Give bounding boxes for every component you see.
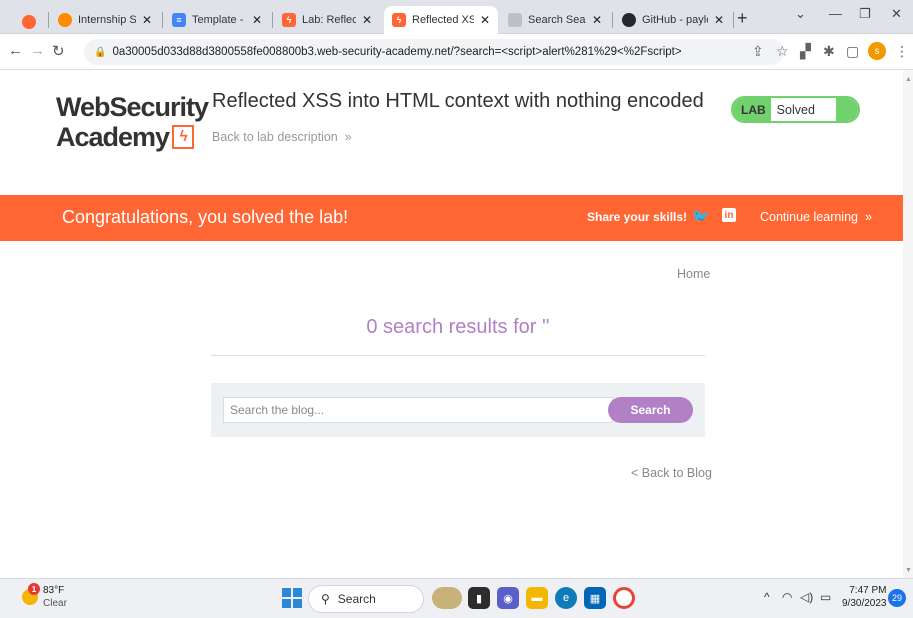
page-scrollbar[interactable]: ▲ ▼ xyxy=(903,70,913,578)
web-security-academy-logo[interactable]: WebSecurity Academy ϟ xyxy=(56,92,209,152)
extensions-puzzle-icon[interactable]: ✱ xyxy=(823,43,835,60)
lock-icon[interactable]: 🔒 xyxy=(94,47,106,58)
search-form: Search xyxy=(211,383,705,437)
side-panel-icon[interactable]: ▢ xyxy=(846,43,859,60)
file-explorer-icon[interactable]: ▬ xyxy=(526,587,548,609)
widgets-food-icon[interactable] xyxy=(432,587,462,609)
chrome-icon[interactable] xyxy=(613,587,635,609)
tab-label: Template - Goog xyxy=(192,14,246,26)
browser-toolbar: ← → ↻ 🔒 0a30005d033d88d3800558fe008800b3… xyxy=(0,34,913,70)
home-link[interactable]: Home xyxy=(677,267,710,281)
portswigger-icon: ϟ xyxy=(392,13,406,27)
url-text: 0a30005d033d88d3800558fe008800b3.web-sec… xyxy=(112,46,682,58)
tab-label: Lab: Reflected XS xyxy=(302,14,356,26)
profile-avatar[interactable]: s xyxy=(868,42,886,60)
google-docs-icon: ≡ xyxy=(172,13,186,27)
twitter-icon[interactable]: 🐦 xyxy=(692,208,709,225)
internship-studio-icon xyxy=(58,13,72,27)
start-menu-icon[interactable] xyxy=(282,588,302,608)
battery-icon[interactable]: ▭ xyxy=(820,590,831,604)
tab-label: Search Search xyxy=(528,14,586,26)
tab-template[interactable]: ≡ Template - Goog ✕ xyxy=(164,6,270,34)
system-clock[interactable]: 7:47 PM 9/30/2023 xyxy=(842,584,887,610)
status-indicator xyxy=(836,98,858,121)
lab-title: Reflected XSS into HTML context with not… xyxy=(212,90,704,112)
continue-learning-label: Continue learning xyxy=(760,210,858,224)
notification-count-badge[interactable]: 29 xyxy=(888,589,906,607)
search-icon: ⚲ xyxy=(321,592,330,606)
share-icon[interactable]: ⇪ xyxy=(752,43,764,60)
solved-banner: Congratulations, you solved the lab! Sha… xyxy=(0,195,913,241)
address-bar[interactable]: 🔒 0a30005d033d88d3800558fe008800b3.web-s… xyxy=(84,39,784,65)
weather-condition: Clear xyxy=(43,598,67,609)
search-results-heading: 0 search results for '' xyxy=(366,316,550,338)
lab-status-text: Solved xyxy=(776,102,815,117)
tray-chevron-up-icon[interactable]: ^ xyxy=(764,590,770,604)
logo-line-1: WebSecurity xyxy=(56,92,209,122)
extension-icon xyxy=(22,15,36,29)
close-icon[interactable]: ✕ xyxy=(480,13,490,27)
temperature: 83°F xyxy=(43,585,65,596)
tab-label: Reflected XSS int xyxy=(412,14,474,26)
tab-search-chevron-icon[interactable]: ⌄ xyxy=(795,6,806,22)
close-window-button[interactable]: ✕ xyxy=(891,6,902,22)
close-icon[interactable]: ✕ xyxy=(714,13,724,27)
close-icon[interactable]: ✕ xyxy=(142,13,152,27)
tab-internship-studio[interactable]: Internship Studio ✕ xyxy=(50,6,160,34)
teams-chat-icon[interactable]: ◉ xyxy=(497,587,519,609)
wifi-icon[interactable]: ◠ xyxy=(782,590,792,604)
taskbar-search-box[interactable]: ⚲ Search xyxy=(308,585,424,613)
share-skills-label: Share your skills! xyxy=(587,210,688,224)
close-icon[interactable]: ✕ xyxy=(592,13,602,27)
clock-date: 9/30/2023 xyxy=(842,598,887,609)
tab-github[interactable]: GitHub - payload ✕ xyxy=(614,6,732,34)
double-chevron-right-icon: » xyxy=(341,130,352,144)
extension-off-icon[interactable]: ▞ xyxy=(800,43,811,60)
bookmark-star-icon[interactable]: ☆ xyxy=(776,43,789,60)
new-tab-button[interactable]: + xyxy=(737,8,748,29)
logo-line-2: Academy xyxy=(56,122,170,152)
continue-learning-link[interactable]: Continue learning » xyxy=(760,210,872,224)
back-arrow-icon[interactable]: ← xyxy=(8,42,23,59)
lab-status-badge: LAB Solved xyxy=(731,96,860,123)
reload-icon[interactable]: ↻ xyxy=(52,42,65,60)
back-to-lab-description-label: Back to lab description xyxy=(212,130,338,144)
restore-button[interactable]: ❐ xyxy=(859,6,871,22)
lab-badge-label: LAB xyxy=(733,98,771,121)
scroll-up-icon[interactable]: ▲ xyxy=(905,76,912,83)
tab-label: GitHub - payload xyxy=(642,14,708,26)
tab-lab-reflected-xss[interactable]: ϟ Lab: Reflected XS ✕ xyxy=(274,6,380,34)
task-view-icon[interactable]: ▮ xyxy=(468,587,490,609)
tab-reflected-xss-active[interactable]: ϟ Reflected XSS int ✕ xyxy=(384,6,498,34)
double-chevron-right-icon: » xyxy=(861,210,872,224)
lightning-bolt-icon: ϟ xyxy=(172,125,195,149)
weather-alert-badge: 1 xyxy=(28,583,40,595)
windows-taskbar: 1 83°F Clear ⚲ Search ▮ ◉ ▬ e ▦ ^ ◠ ◁) ▭… xyxy=(0,578,913,618)
divider xyxy=(211,355,705,356)
minimize-button[interactable]: — xyxy=(829,6,842,21)
tab-search[interactable]: Search Search ✕ xyxy=(500,6,610,34)
edge-browser-icon[interactable]: e xyxy=(555,587,577,609)
back-to-lab-description-link[interactable]: Back to lab description » xyxy=(212,130,352,144)
close-icon[interactable]: ✕ xyxy=(252,13,262,27)
clock-time: 7:47 PM xyxy=(849,585,887,596)
menu-dots-icon[interactable]: ⋮ xyxy=(895,43,909,60)
microsoft-store-icon[interactable]: ▦ xyxy=(584,587,606,609)
search-input[interactable] xyxy=(223,397,613,423)
page-icon xyxy=(508,13,522,27)
forward-arrow-icon[interactable]: → xyxy=(30,42,45,59)
back-to-blog-link[interactable]: < Back to Blog xyxy=(631,466,712,480)
tab-label: Internship Studio xyxy=(78,14,136,26)
tab-action-button[interactable] xyxy=(22,8,44,36)
taskbar-search-label: Search xyxy=(337,592,376,606)
browser-tab-strip: Internship Studio ✕ ≡ Template - Goog ✕ … xyxy=(0,0,913,34)
volume-icon[interactable]: ◁) xyxy=(800,590,813,604)
linkedin-icon[interactable]: in xyxy=(722,208,736,222)
scroll-down-icon[interactable]: ▼ xyxy=(905,567,912,574)
congratulations-message: Congratulations, you solved the lab! xyxy=(62,207,349,227)
close-icon[interactable]: ✕ xyxy=(362,13,372,27)
portswigger-icon: ϟ xyxy=(282,13,296,27)
search-button[interactable]: Search xyxy=(608,397,693,423)
github-icon xyxy=(622,13,636,27)
